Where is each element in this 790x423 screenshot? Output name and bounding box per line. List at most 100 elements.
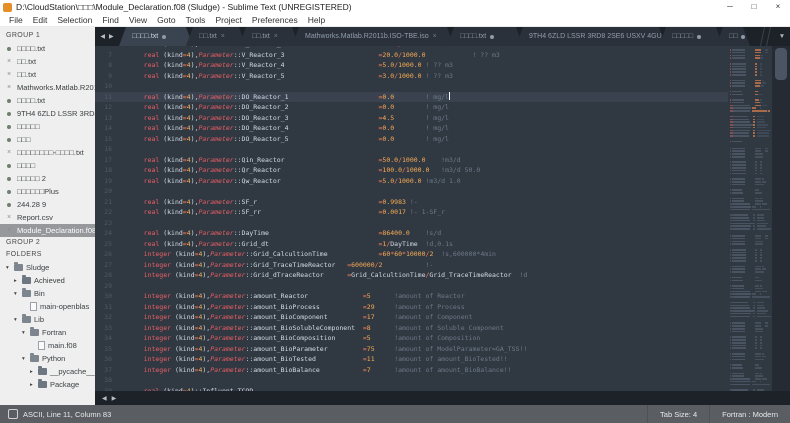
code-line[interactable]: 35 integer (kind=4),Parameter::amount_Bi… [95,344,728,355]
tree-item[interactable]: ▸Achieved [0,274,95,287]
code-line[interactable]: 32 integer (kind=4),Parameter::amount_Bi… [95,312,728,323]
code-line[interactable]: 25 real (kind=4),Parameter::Grid_dt =1/D… [95,239,728,250]
tab-size-indicator[interactable]: Tab Size: 4 [647,405,709,423]
tree-item[interactable]: ▾Bin [0,287,95,300]
code-line[interactable]: 7 real (kind=4),Parameter::V_Reactor_3 =… [95,50,728,61]
syntax-indicator[interactable]: Fortran : Modern [709,405,790,423]
code-line[interactable]: 26 integer (kind=4),Parameter::Grid_Calc… [95,249,728,260]
close-button[interactable]: × [766,0,790,14]
code-line[interactable]: 34 integer (kind=4),Parameter::amount_Bi… [95,333,728,344]
menu-item-project[interactable]: Project [210,15,246,25]
open-file-item[interactable]: 9TH4 6ZLD LSSR 3RD8 2SE6 USXV 4GUY RDTZ [0,107,95,120]
tab-scroll-left-icon[interactable]: ◀ [100,33,105,40]
code-line[interactable]: 36 integer (kind=4),Parameter::amount_Bi… [95,354,728,365]
tab[interactable]: □□ [716,27,750,46]
chevron-down-icon[interactable]: ▾ [22,330,30,336]
code-line[interactable]: 28 integer (kind=4),Parameter::Grid_dTra… [95,270,728,281]
code-line[interactable]: 19 real (kind=4),Parameter::Qw_Reactor =… [95,176,728,187]
open-file-item[interactable]: ×□□.txt [0,55,95,68]
tree-item[interactable]: ▾Lib [0,313,95,326]
code-editor[interactable]: 6 real (kind=4),Parameter::V_Reactor_2 =… [95,46,790,391]
code-line[interactable]: 16 [95,144,728,155]
tree-item[interactable]: ▸Package [0,378,95,391]
close-file-icon[interactable]: × [7,149,11,156]
menu-item-tools[interactable]: Tools [181,15,211,25]
code-line[interactable]: 30 integer (kind=4),Parameter::amount_Re… [95,291,728,302]
close-file-icon[interactable]: × [7,71,11,78]
group2-scroll-right-icon[interactable]: ▶ [112,395,117,402]
code-line[interactable]: 24 real (kind=4),Parameter::DayTime =864… [95,228,728,239]
code-line[interactable]: 12 real (kind=4),Parameter::DO_Reactor_2… [95,102,728,113]
code-line[interactable]: 31 integer (kind=4),Parameter::amount_Bi… [95,302,728,313]
tab[interactable]: □□□□.txt [119,27,193,46]
code-line[interactable]: 14 real (kind=4),Parameter::DO_Reactor_4… [95,123,728,134]
group2-scroll-left-icon[interactable]: ◀ [102,395,107,402]
code-line[interactable]: 23 [95,218,728,229]
scrollbar-thumb[interactable] [775,48,787,80]
menu-item-edit[interactable]: Edit [28,15,53,25]
open-file-item[interactable]: □□□□□ [0,120,95,133]
tree-item[interactable]: ▸__pycache__ [0,365,95,378]
code-line[interactable]: 22 real (kind=4),Parameter::SF_rr =0.001… [95,207,728,218]
close-file-icon[interactable]: × [7,84,11,91]
close-tab-icon[interactable]: × [274,33,278,40]
code-line[interactable]: 37 integer (kind=4),Parameter::amount_Bi… [95,365,728,376]
open-file-item[interactable]: □□□□□ 2 [0,172,95,185]
tab-scroll-right-icon[interactable]: ▶ [109,33,114,40]
chevron-right-icon[interactable]: ▸ [30,382,38,388]
tree-item[interactable]: main-openblas [0,300,95,313]
tree-item[interactable]: ▾Fortran [0,326,95,339]
chevron-down-icon[interactable]: ▾ [14,291,22,297]
open-file-item[interactable]: □□□□.txt [0,42,95,55]
menu-item-view[interactable]: View [124,15,152,25]
menu-item-preferences[interactable]: Preferences [247,15,303,25]
vertical-scrollbar[interactable] [772,46,790,391]
code-line[interactable]: 8 real (kind=4),Parameter::V_Reactor_4 =… [95,60,728,71]
close-file-icon[interactable]: × [7,227,11,234]
code-line[interactable]: 11 real (kind=4),Parameter::DO_Reactor_1… [95,92,728,103]
tab[interactable]: 9TH4 6ZLD LSSR 3RD8 2SE6 USXV 4GUY RDTZ [516,27,666,46]
code-line[interactable]: 15 real (kind=4),Parameter::DO_Reactor_5… [95,134,728,145]
open-file-item[interactable]: ×Report.csv [0,211,95,224]
minimize-button[interactable]: ─ [718,0,742,14]
tree-item[interactable]: main.f08 [0,339,95,352]
tree-item[interactable]: ▾Sludge [0,261,95,274]
open-file-item[interactable]: □□□□.txt [0,94,95,107]
code-line[interactable]: 9 real (kind=4),Parameter::V_Reactor_5 =… [95,71,728,82]
open-file-item[interactable]: ×Mathworks.Matlab.R2011b.ISO-TBE.iso [0,81,95,94]
code-line[interactable]: 39 real (kind=4)::Influent_TCOD [95,386,728,392]
menu-item-goto[interactable]: Goto [152,15,180,25]
code-line[interactable]: 17 real (kind=4),Parameter::Qin_Reactor … [95,155,728,166]
tab[interactable]: □□.txt× [186,27,246,46]
close-file-icon[interactable]: × [7,214,11,221]
tree-item[interactable]: ▾Python [0,352,95,365]
code-line[interactable]: 20 [95,186,728,197]
code-line[interactable]: 18 real (kind=4),Parameter::Qr_Reactor =… [95,165,728,176]
code-line[interactable]: 38 [95,375,728,386]
code-line[interactable]: 13 real (kind=4),Parameter::DO_Reactor_3… [95,113,728,124]
tab[interactable]: □□□□.txt [447,27,523,46]
open-file-item[interactable]: 244.28 9 [0,198,95,211]
menu-item-file[interactable]: File [4,15,28,25]
code-line[interactable]: 10 [95,81,728,92]
menu-item-find[interactable]: Find [97,15,124,25]
open-file-item[interactable]: ×□□□□□□□□-□□□□.txt [0,146,95,159]
tab[interactable]: □□□□□ [659,27,723,46]
open-file-item[interactable]: ×□□.txt [0,68,95,81]
open-file-item[interactable]: □□□□□□Plus [0,185,95,198]
open-file-item[interactable]: □□□ [0,133,95,146]
close-tab-icon[interactable]: × [433,33,437,40]
close-tab-icon[interactable]: × [221,33,225,40]
tab[interactable]: Mathworks.Matlab.R2011b.ISO-TBE.iso× [292,27,454,46]
chevron-down-icon[interactable]: ▾ [14,317,22,323]
minimap[interactable] [728,46,772,391]
chevron-down-icon[interactable]: ▾ [22,356,30,362]
chevron-right-icon[interactable]: ▸ [30,369,38,375]
code-line[interactable]: 33 integer (kind=4),Parameter::amount_Bi… [95,323,728,334]
close-file-icon[interactable]: × [7,58,11,65]
code-line[interactable]: 27 integer (kind=4),Parameter::Grid_Trac… [95,260,728,271]
chevron-down-icon[interactable]: ▾ [6,265,14,271]
maximize-button[interactable]: □ [742,0,766,14]
menu-item-help[interactable]: Help [303,15,330,25]
code-line[interactable]: 21 real (kind=4),Parameter::SF_r =0.9983… [95,197,728,208]
